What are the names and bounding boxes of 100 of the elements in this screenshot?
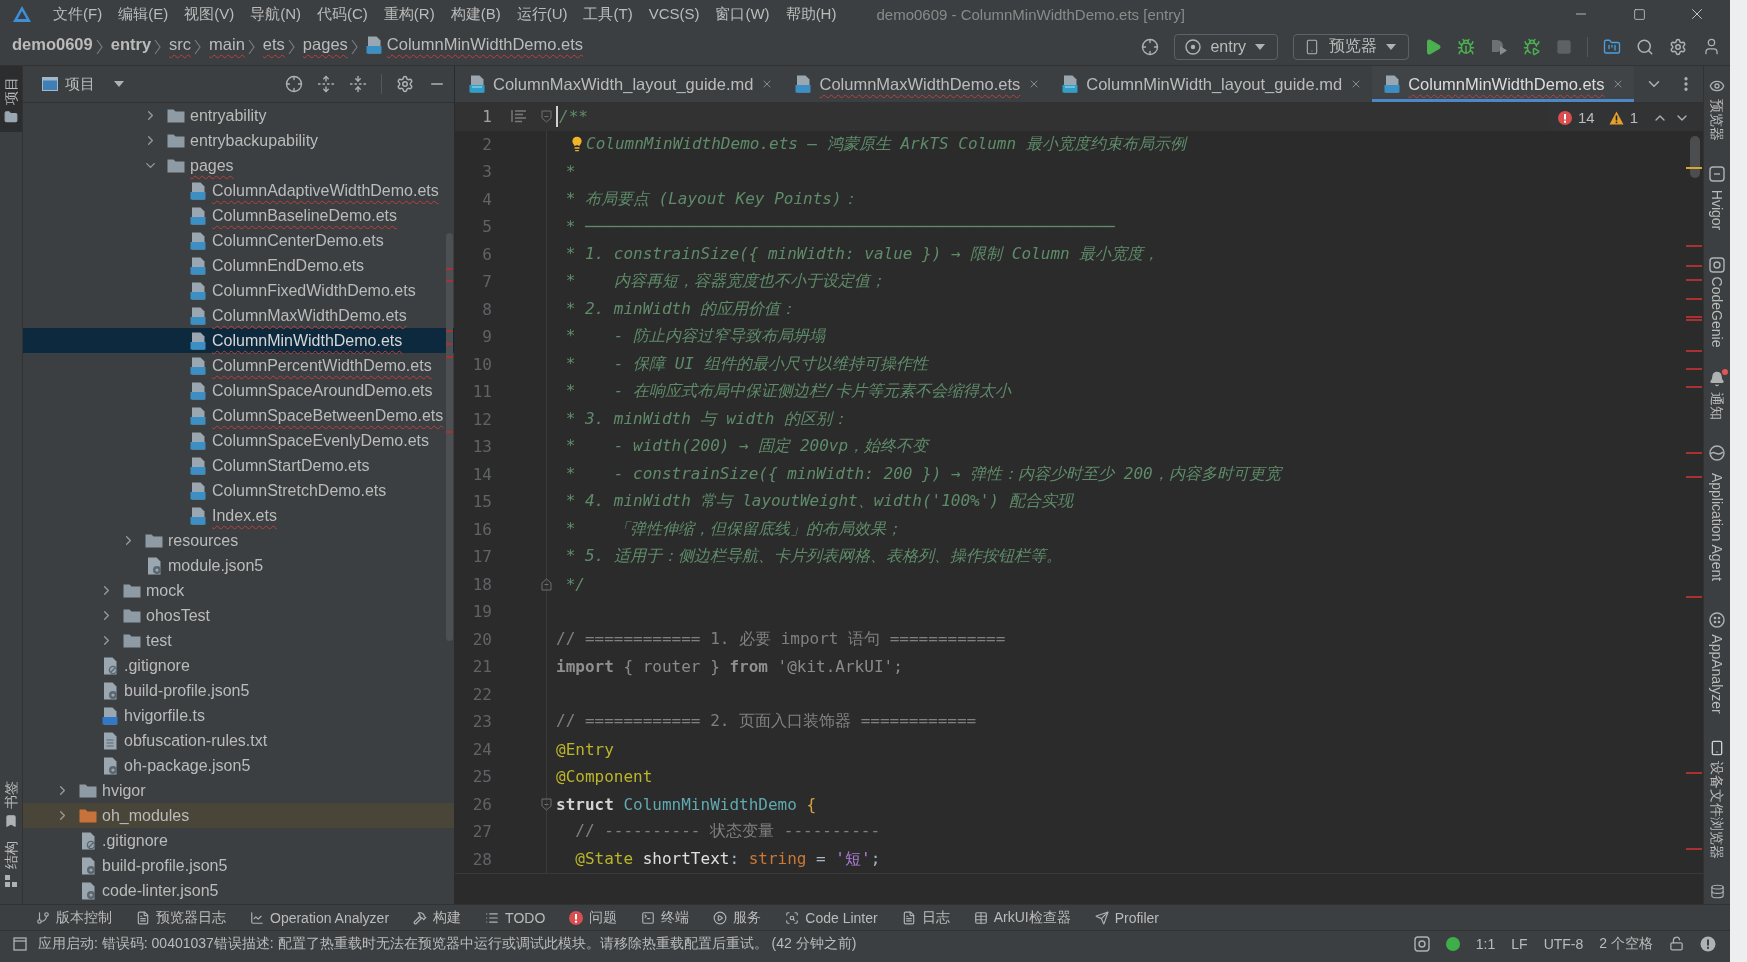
breadcrumb-item[interactable]: src: [169, 32, 192, 61]
expand-all-icon[interactable]: [317, 75, 335, 93]
run-icon[interactable]: [1424, 37, 1442, 56]
tree-item[interactable]: .gitignore: [23, 828, 454, 853]
hammer-icon[interactable]: [413, 910, 428, 925]
tool-window-tab[interactable]: Operation Analyzer: [238, 905, 402, 930]
tool-window-button[interactable]: Application Agent: [1704, 445, 1730, 588]
line-separator[interactable]: LF: [1511, 935, 1528, 952]
target-icon[interactable]: [1141, 37, 1160, 56]
tree-item[interactable]: ColumnFixedWidthDemo.ets: [23, 278, 454, 303]
breadcrumb-item[interactable]: main: [209, 32, 245, 61]
play-circle-icon[interactable]: [713, 910, 728, 925]
editor-tab[interactable]: ColumnMinWidth_layout_guide.md: [1050, 66, 1373, 102]
indent-setting[interactable]: 2 个空格: [1599, 934, 1653, 953]
menu-item[interactable]: 视图(V): [176, 0, 243, 28]
tool-window-tab[interactable]: ArkUI检查器: [961, 905, 1083, 930]
window-outline-icon[interactable]: [13, 936, 27, 951]
tree-item[interactable]: ColumnStartDemo.ets: [23, 453, 454, 478]
scan-search-icon[interactable]: [785, 910, 800, 925]
tree-item[interactable]: ColumnSpaceAroundDemo.ets: [23, 378, 454, 403]
tree-item[interactable]: build-profile.json5: [23, 853, 454, 878]
tree-item[interactable]: test: [23, 628, 454, 653]
fold-marker-icon[interactable]: [540, 577, 552, 591]
tool-window-tab[interactable]: 日志: [889, 905, 962, 930]
tool-window-button[interactable]: 预览器: [1704, 78, 1730, 142]
tool-window-tab[interactable]: 问题: [557, 905, 630, 930]
maximize-icon[interactable]: [1632, 7, 1646, 21]
tree-item[interactable]: oh-package.json5: [23, 753, 454, 778]
tree-item[interactable]: ColumnAdaptiveWidthDemo.ets: [23, 178, 454, 203]
tree-item[interactable]: .gitignore: [23, 653, 454, 678]
menu-item[interactable]: VCS(S): [640, 0, 708, 28]
document-icon[interactable]: [136, 910, 150, 925]
file-encoding[interactable]: UTF-8: [1543, 935, 1584, 952]
bug-icon[interactable]: [1457, 37, 1475, 56]
tree-item[interactable]: entryability: [23, 103, 454, 128]
tree-item[interactable]: oh_modules: [23, 803, 454, 828]
branch-icon[interactable]: [36, 910, 50, 925]
run-config-dropdown[interactable]: entry: [1174, 33, 1278, 60]
tree-item[interactable]: ColumnMinWidthDemo.ets: [23, 328, 454, 353]
alert-circle-icon[interactable]: [1700, 935, 1716, 952]
tree-item[interactable]: build-profile.json5: [23, 678, 454, 703]
menu-item[interactable]: 工具(T): [575, 0, 641, 28]
fold-marker-icon[interactable]: [540, 110, 552, 124]
editor-tab[interactable]: ColumnMaxWidthDemo.ets: [783, 66, 1051, 102]
terminal-icon[interactable]: [641, 910, 656, 925]
tree-item[interactable]: module.json5: [23, 553, 454, 578]
tool-window-tab[interactable]: Code Linter: [773, 905, 890, 930]
collapse-all-icon[interactable]: [349, 75, 367, 93]
bug-play-icon[interactable]: [1523, 37, 1541, 56]
breadcrumb-item[interactable]: entry: [110, 32, 152, 61]
menu-item[interactable]: 窗口(W): [707, 0, 778, 28]
settings-icon[interactable]: [396, 75, 414, 93]
warning-count[interactable]: 1: [1629, 109, 1638, 126]
tree-item[interactable]: obfuscation-rules.txt: [23, 728, 454, 753]
tree-item[interactable]: Index.ets: [23, 503, 454, 528]
tool-window-button[interactable]: 通知: [1704, 371, 1730, 421]
breadcrumb-item[interactable]: demo0609: [12, 32, 93, 61]
line-chart-icon[interactable]: [250, 910, 264, 925]
menu-item[interactable]: 运行(U): [508, 0, 576, 28]
fold-marker-icon[interactable]: [540, 797, 552, 811]
menu-item[interactable]: 重构(R): [375, 0, 443, 28]
tool-window-tab[interactable]: 服务: [701, 905, 774, 930]
table-icon[interactable]: [973, 910, 988, 925]
breadcrumb-item[interactable]: ets: [262, 32, 285, 61]
tree-item[interactable]: ColumnSpaceEvenlyDemo.ets: [23, 428, 454, 453]
tree-item[interactable]: ColumnCenterDemo.ets: [23, 228, 454, 253]
rounded-square-ring-icon[interactable]: [1413, 935, 1430, 952]
tree-item[interactable]: ColumnStretchDemo.ets: [23, 478, 454, 503]
device-dropdown[interactable]: 预览器: [1293, 33, 1409, 60]
tool-window-button[interactable]: CodeGenie: [1704, 257, 1730, 347]
search-icon[interactable]: [1636, 37, 1654, 56]
send-icon[interactable]: [1094, 910, 1109, 925]
tool-window-button[interactable]: 项目: [0, 66, 22, 132]
tree-item[interactable]: ColumnEndDemo.ets: [23, 253, 454, 278]
text-lines-icon[interactable]: [511, 109, 527, 123]
caret-position[interactable]: 1:1: [1475, 935, 1496, 952]
tool-window-tab[interactable]: 构建: [401, 905, 474, 930]
tool-window-button[interactable]: Hvigor: [1704, 166, 1730, 233]
document-icon[interactable]: [901, 910, 916, 925]
menu-item[interactable]: 代码(C): [309, 0, 376, 28]
unlocked-icon[interactable]: [1669, 936, 1684, 951]
tree-item[interactable]: ColumnSpaceBetweenDemo.ets: [23, 403, 454, 428]
status-message[interactable]: 应用启动: 错误码: 00401037错误描述: 配置了热重载时无法在预览器中运行或调试此模块。请移除热重载配置后重试。 (42 分钟之前): [38, 934, 857, 953]
breadcrumb-item[interactable]: pages: [302, 32, 348, 61]
tree-item[interactable]: resources: [23, 528, 454, 553]
tree-item[interactable]: mock: [23, 578, 454, 603]
tool-window-tab[interactable]: 版本控制: [24, 905, 124, 930]
menu-item[interactable]: 帮助(H): [777, 0, 845, 28]
tool-window-tab[interactable]: TODO: [473, 905, 558, 930]
target-icon[interactable]: [285, 75, 303, 93]
error-icon[interactable]: [569, 910, 584, 925]
editor-tab[interactable]: ColumnMinWidthDemo.ets: [1372, 66, 1635, 102]
tree-item[interactable]: hvigorfile.ts: [23, 703, 454, 728]
user-icon[interactable]: [1702, 37, 1721, 56]
view-dropdown[interactable]: 项目: [65, 74, 124, 94]
tool-window-tab[interactable]: Profiler: [1082, 905, 1172, 930]
menu-item[interactable]: 编辑(E): [110, 0, 177, 28]
tree-item[interactable]: entrybackupability: [23, 128, 454, 153]
menu-item[interactable]: 导航(N): [242, 0, 309, 28]
tool-window-button[interactable]: 结构: [0, 834, 22, 894]
